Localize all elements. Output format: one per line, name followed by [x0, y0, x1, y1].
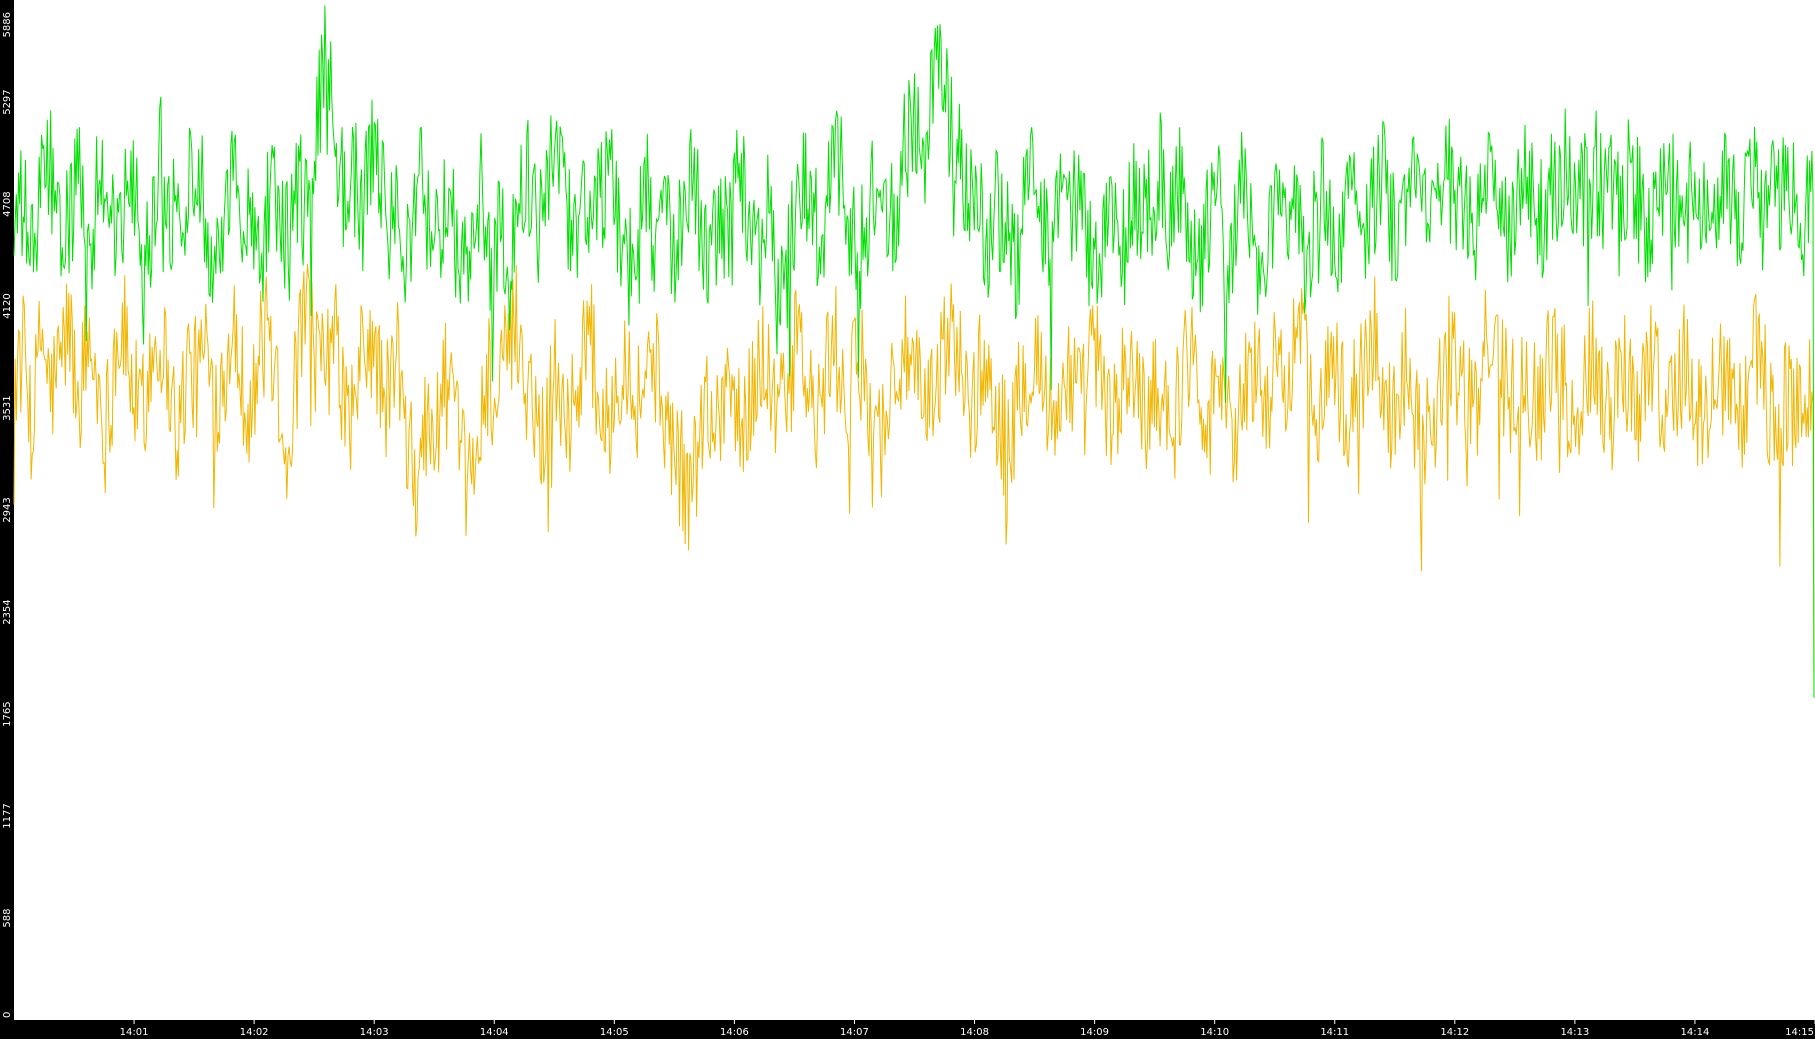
y-tick-label: 3531	[2, 395, 13, 420]
x-tick-label: 14:03	[360, 1027, 389, 1038]
y-tick-label: 5297	[2, 89, 13, 114]
x-tick-label: 14:14	[1681, 1027, 1710, 1038]
x-tick-label: 14:10	[1200, 1027, 1229, 1038]
line-chart: 0 588 1177 1765 2354 2943 3531 4120 4708 5297 5886…	[2, 0, 1815, 1038]
x-tick-label: 14:13	[1560, 1027, 1589, 1038]
y-tick-label: 4708	[2, 191, 13, 216]
y-tick-label: 4120	[2, 293, 13, 318]
x-tick-label: 14:11	[1320, 1027, 1349, 1038]
x-tick-label: 14:06	[720, 1027, 749, 1038]
x-tick-label: 14:12	[1440, 1027, 1469, 1038]
plot-area	[14, 0, 1815, 1020]
chart-window: 0 588 1177 1765 2354 2943 3531 4120 4708 5297 5886…	[0, 0, 1815, 1039]
x-tick-label: 14:09	[1080, 1027, 1109, 1038]
x-tick-label: 14:08	[960, 1027, 989, 1038]
y-tick-label: 5886	[2, 12, 13, 37]
y-tick-label: 1765	[2, 701, 13, 726]
y-tick-label: 588	[2, 909, 13, 928]
x-tick-label: 14:01	[120, 1027, 149, 1038]
y-tick-label: 2943	[2, 497, 13, 522]
y-tick-label: 0	[2, 1012, 13, 1018]
x-tick-label: 14:04	[480, 1027, 509, 1038]
y-tick-label: 1177	[2, 803, 13, 828]
y-axis: 0 588 1177 1765 2354 2943 3531 4120 4708 5297 5886	[2, 12, 13, 1018]
x-tick-label: 14:05	[600, 1027, 629, 1038]
x-tick-label: 14:07	[840, 1027, 869, 1038]
x-tick-label: 14:02	[240, 1027, 269, 1038]
y-tick-label: 2354	[2, 599, 13, 624]
x-axis: 14:01 14:02 14:03 14:04 14:05 14:06 14:07 14:08…	[120, 1020, 1815, 1038]
x-tick-label: 14:15	[1785, 1027, 1814, 1038]
